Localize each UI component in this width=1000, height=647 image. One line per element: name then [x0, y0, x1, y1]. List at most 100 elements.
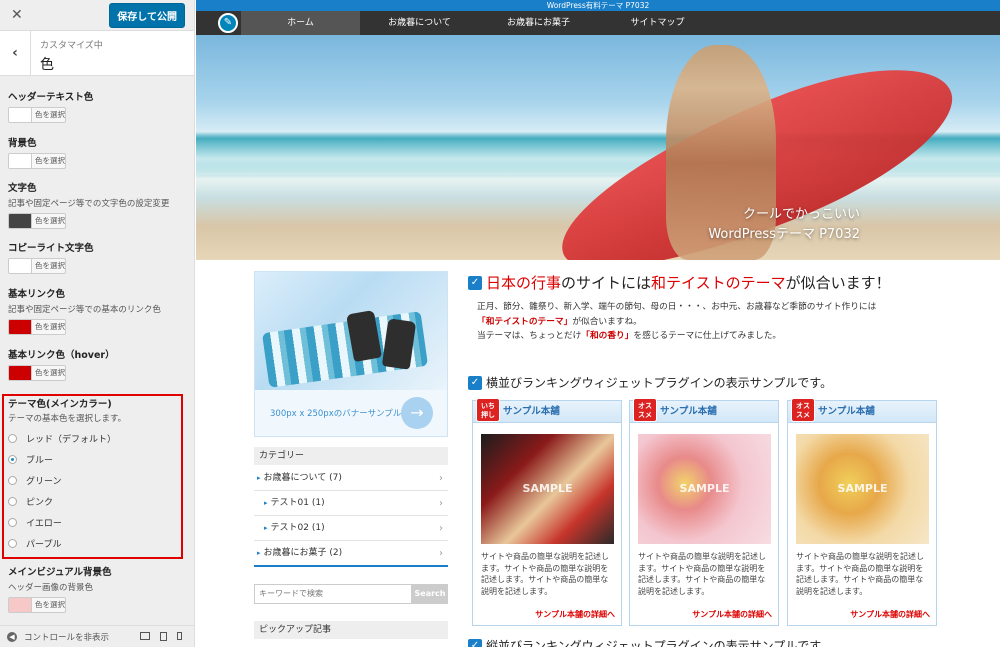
category-item[interactable]: ▸ お歳暮について (7) › — [254, 466, 448, 491]
rank-badge: オス スメ — [791, 398, 815, 422]
desktop-icon[interactable] — [140, 632, 150, 640]
ranking-card[interactable]: オス スメ サンプル本舗 SAMPLE サイトや商品の簡単な説明を記述します。サイ… — [629, 398, 779, 626]
triangle-icon: ▸ — [257, 549, 261, 557]
category-item[interactable]: ▸ テスト02 (1) › — [254, 516, 448, 541]
radio-button[interactable] — [8, 476, 17, 485]
chevron-right-icon: › — [439, 523, 443, 534]
section-title: 色 — [40, 57, 54, 73]
intro-text: 正月、節分、雛祭り、新入学、端午の節句、母の日・・・、お中元、お歳暮など季節のサ… — [477, 302, 877, 341]
chevron-right-icon: › — [439, 548, 443, 559]
sidebar-top-bar: ✕ 保存して公開 — [0, 0, 194, 31]
radio-option-yellow[interactable]: イエロー — [8, 516, 188, 529]
radio-button-checked[interactable] — [8, 455, 17, 464]
nav-item-okashi[interactable]: お歳暮にお菓子 — [479, 11, 598, 35]
radio-option-purple[interactable]: パープル — [8, 537, 188, 550]
color-swatch — [9, 366, 31, 380]
color-swatch — [9, 259, 31, 273]
ranking-card[interactable]: オス スメ サンプル本舗 SAMPLE サイトや商品の簡単な説明を記述します。サイ… — [787, 398, 937, 626]
color-swatch — [9, 320, 31, 334]
color-swatch — [9, 214, 31, 228]
color-picker-button[interactable]: 色を選択 — [8, 258, 66, 274]
color-picker-button[interactable]: 色を選択 — [8, 153, 66, 169]
chevron-right-icon: › — [439, 473, 443, 484]
checkbox-icon: ✓ — [468, 638, 482, 647]
search-input[interactable] — [254, 584, 412, 604]
ranking-title: ✓ 横並びランキングウィジェットプラグインの表示サンプルです。 — [468, 374, 832, 391]
color-picker-button[interactable]: 色を選択 — [8, 319, 66, 335]
radio-option-red[interactable]: レッド（デフォルト） — [8, 432, 188, 445]
nav-item-home[interactable]: ホーム — [241, 11, 360, 35]
radio-option-green[interactable]: グリーン — [8, 474, 188, 487]
card-image[interactable]: SAMPLE — [481, 434, 614, 544]
nav-item-oseibo[interactable]: お歳暮について — [360, 11, 479, 35]
search-form: Search — [254, 584, 448, 604]
breadcrumb: カスタマイズ中 — [40, 41, 103, 51]
main-visual-bg-color-control: メインビジュアル背景色 ヘッダー画像の背景色 色を選択 — [8, 564, 188, 613]
radio-button[interactable] — [8, 539, 17, 548]
banner-300x250[interactable]: 300px x 250pxのバナーサンプル → — [254, 271, 448, 437]
section-header: ‹ カスタマイズ中 色 — [0, 31, 194, 76]
category-item[interactable]: ▸ お歳暮にお菓子 (2) › — [254, 541, 448, 566]
copyright-text-color-control: コピーライト文字色 色を選択 — [8, 240, 188, 274]
global-nav: ✎ ホーム お歳暮について お歳暮にお菓子 サイトマップ — [196, 11, 1000, 35]
card-detail-link[interactable]: サンプル本舗の詳細へ — [850, 609, 930, 620]
radio-option-pink[interactable]: ピンク — [8, 495, 188, 508]
color-swatch — [9, 108, 31, 122]
pencil-icon[interactable]: ✎ — [218, 13, 238, 33]
radio-button[interactable] — [8, 434, 17, 443]
color-picker-button[interactable]: 色を選択 — [8, 597, 66, 613]
card-image[interactable]: SAMPLE — [796, 434, 929, 544]
tablet-icon[interactable] — [160, 632, 167, 641]
back-chevron-icon[interactable]: ‹ — [0, 31, 31, 75]
ranking-card[interactable]: いち 押し サンプル本舗 SAMPLE サイトや商品の簡単な説明を記述します。サイ… — [472, 398, 622, 626]
collapse-icon[interactable]: ◀ — [7, 631, 17, 642]
sidebar-footer: ◀ コントロールを非表示 — [0, 625, 194, 647]
card-image[interactable]: SAMPLE — [638, 434, 771, 544]
card-detail-link[interactable]: サンプル本舗の詳細へ — [692, 609, 772, 620]
pickup-heading: ピックアップ記事 — [254, 621, 448, 639]
triangle-icon: ▸ — [257, 474, 261, 482]
triangle-icon: ▸ — [264, 499, 268, 507]
hide-controls-label[interactable]: コントロールを非表示 — [24, 631, 109, 643]
close-icon[interactable]: ✕ — [11, 7, 23, 23]
checkbox-icon: ✓ — [468, 375, 482, 390]
checkbox-icon: ✓ — [468, 275, 482, 290]
main-title: ✓ 日本の行事 のサイトには 和テイストのテーマ が似合います！ — [468, 272, 891, 293]
banner-image — [255, 272, 447, 390]
color-picker-button[interactable]: 色を選択 — [8, 365, 66, 381]
hero-caption: クールでかっこいい WordPressテーマ P7032 — [708, 207, 860, 242]
customizer-sidebar: ✕ 保存して公開 ‹ カスタマイズ中 色 ヘッダーテキスト色 色を選択 背景色 … — [0, 0, 195, 647]
header-text-color-control: ヘッダーテキスト色 色を選択 — [8, 89, 188, 123]
hero-image: クールでかっこいい WordPressテーマ P7032 — [196, 35, 1000, 260]
nav-item-sitemap[interactable]: サイトマップ — [598, 11, 717, 35]
color-picker-button[interactable]: 色を選択 — [8, 107, 66, 123]
site-preview: WordPress有料テーマ P7032 ✎ ホーム お歳暮について お歳暮にお… — [196, 0, 1000, 647]
color-swatch — [9, 598, 31, 612]
theme-color-control: テーマ色(メインカラー) テーマの基本色を選択します。 レッド（デフォルト） ブ… — [8, 396, 188, 550]
search-button[interactable]: Search — [412, 584, 448, 604]
chevron-right-icon: › — [439, 498, 443, 509]
arrow-right-icon[interactable]: → — [401, 397, 433, 429]
text-color-control: 文字色 記事や固定ページ等での文字色の設定変更 色を選択 — [8, 180, 188, 229]
card-detail-link[interactable]: サンプル本舗の詳細へ — [535, 609, 615, 620]
background-color-control: 背景色 色を選択 — [8, 135, 188, 169]
category-list: ▸ お歳暮について (7) › ▸ テスト01 (1) › ▸ テスト02 (1) ›… — [254, 466, 448, 566]
color-swatch — [9, 154, 31, 168]
vertical-ranking-title: ✓ 縦並びランキングウィジェットプラグインの表示サンプルです。 — [468, 637, 832, 647]
triangle-icon: ▸ — [264, 524, 268, 532]
rank-badge: いち 押し — [476, 398, 500, 422]
color-picker-button[interactable]: 色を選択 — [8, 213, 66, 229]
category-item[interactable]: ▸ テスト01 (1) › — [254, 491, 448, 516]
link-color-control: 基本リンク色 記事や固定ページ等での基本のリンク色 色を選択 — [8, 286, 188, 335]
link-hover-color-control: 基本リンク色（hover） 色を選択 — [8, 347, 188, 381]
banner-text: 300px x 250pxのバナーサンプル — [270, 409, 402, 419]
site-top-bar: WordPress有料テーマ P7032 — [196, 0, 1000, 11]
radio-button[interactable] — [8, 518, 17, 527]
mobile-icon[interactable] — [177, 632, 182, 640]
radio-option-blue[interactable]: ブルー — [8, 453, 188, 466]
rank-badge: オス スメ — [633, 398, 657, 422]
save-publish-button[interactable]: 保存して公開 — [109, 2, 185, 28]
radio-button[interactable] — [8, 497, 17, 506]
sidebar-controls: ヘッダーテキスト色 色を選択 背景色 色を選択 文字色 記事や固定ページ等での文… — [0, 77, 194, 625]
category-heading: カテゴリー — [254, 447, 448, 465]
